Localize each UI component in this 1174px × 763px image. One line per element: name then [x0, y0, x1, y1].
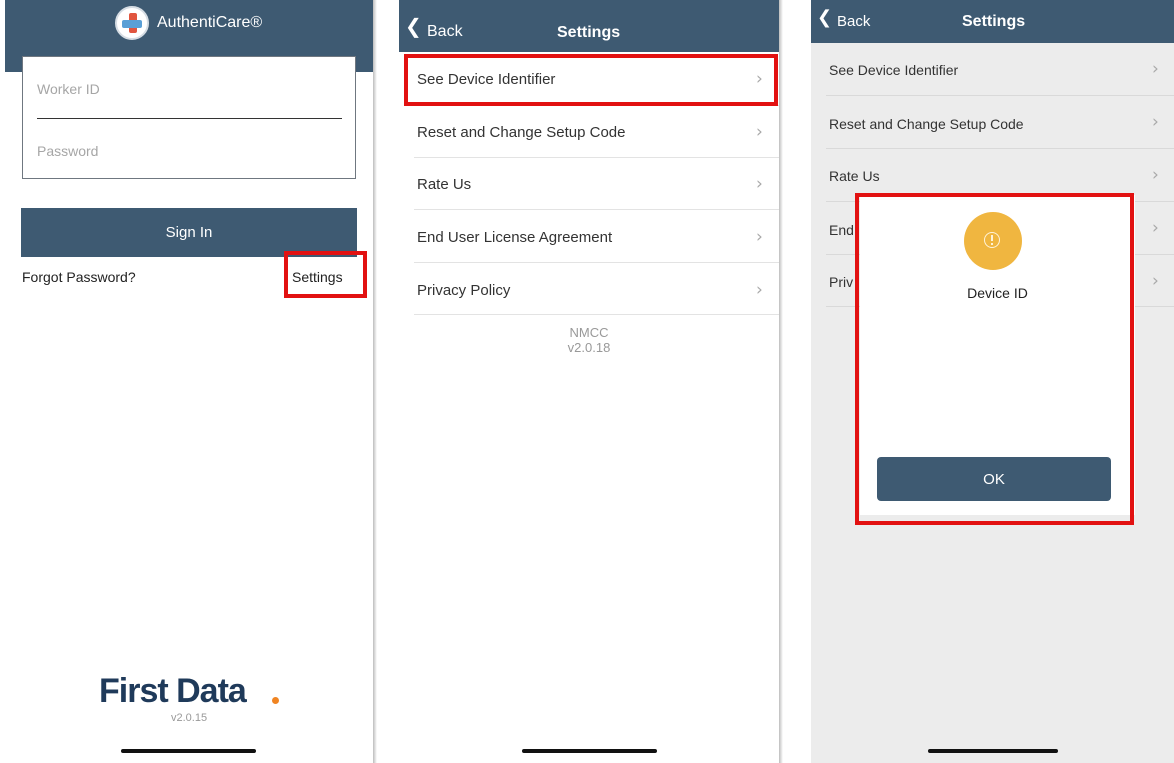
settings-navbar: ❮ Back Settings: [811, 0, 1174, 43]
back-button[interactable]: Back: [427, 23, 463, 41]
back-chevron-icon[interactable]: ❮: [405, 14, 422, 38]
settings-navbar: ❮ Back Settings: [399, 0, 779, 52]
settings-item-rate-us[interactable]: Rate Us: [417, 176, 471, 193]
back-chevron-icon[interactable]: ❮: [817, 7, 832, 28]
chevron-right-icon: ›: [756, 122, 763, 142]
divider: [414, 157, 779, 158]
home-indicator[interactable]: [928, 749, 1058, 753]
app-version: v2.0.15: [171, 712, 208, 724]
chevron-right-icon: ›: [1152, 112, 1159, 132]
chevron-right-icon: ›: [1152, 165, 1159, 185]
settings-screen: ❮ Back Settings See Device Identifier › …: [399, 0, 779, 763]
chevron-right-icon: ›: [756, 174, 763, 194]
app-version: v2.0.18: [567, 340, 611, 355]
app-title: AuthentiCare®: [157, 14, 263, 31]
back-button[interactable]: Back: [837, 13, 870, 30]
login-screen: AuthentiCare® Worker ID Password Sign In…: [5, 0, 373, 763]
divider: [826, 148, 1174, 149]
login-form: Worker ID Password: [22, 56, 356, 179]
settings-item-rate-us[interactable]: Rate Us: [829, 168, 880, 184]
worker-id-input[interactable]: Worker ID: [37, 81, 100, 97]
divider: [414, 314, 779, 315]
settings-item-reset-setup-code[interactable]: Reset and Change Setup Code: [417, 124, 625, 141]
app-name-label: NMCC: [569, 325, 609, 340]
settings-item-device-identifier[interactable]: See Device Identifier: [829, 62, 958, 78]
settings-item-eula[interactable]: End User License Agreement: [417, 229, 612, 246]
panel-divider: [779, 0, 783, 763]
brand-dot-icon: [272, 697, 279, 704]
sign-in-button[interactable]: Sign In: [21, 208, 357, 257]
authenticare-logo-icon: [115, 6, 149, 40]
settings-highlight-box: [284, 251, 367, 298]
chevron-right-icon: ›: [1152, 271, 1159, 291]
settings-item-eula[interactable]: End: [829, 222, 854, 238]
divider: [826, 95, 1174, 96]
chevron-right-icon: ›: [1152, 218, 1159, 238]
password-input[interactable]: Password: [37, 143, 98, 159]
device-id-screen: ❮ Back Settings See Device Identifier › …: [811, 0, 1174, 763]
settings-item-privacy-policy[interactable]: Privacy Policy: [417, 282, 510, 299]
settings-item-reset-setup-code[interactable]: Reset and Change Setup Code: [829, 116, 1024, 132]
chevron-right-icon: ›: [756, 227, 763, 247]
field-divider: [37, 118, 342, 119]
divider: [414, 209, 779, 210]
chevron-right-icon: ›: [1152, 59, 1159, 79]
page-title: Settings: [557, 24, 621, 41]
page-title: Settings: [962, 13, 1026, 30]
first-data-logo: First Data: [99, 672, 247, 710]
device-identifier-highlight-box: [404, 54, 778, 106]
home-indicator[interactable]: [121, 749, 256, 753]
dialog-highlight-box: [855, 193, 1134, 525]
home-indicator[interactable]: [522, 749, 657, 753]
divider: [414, 262, 779, 263]
forgot-password-link[interactable]: Forgot Password?: [22, 269, 136, 285]
settings-item-privacy-policy[interactable]: Priv: [829, 274, 853, 290]
chevron-right-icon: ›: [756, 280, 763, 300]
panel-divider: [373, 0, 377, 763]
